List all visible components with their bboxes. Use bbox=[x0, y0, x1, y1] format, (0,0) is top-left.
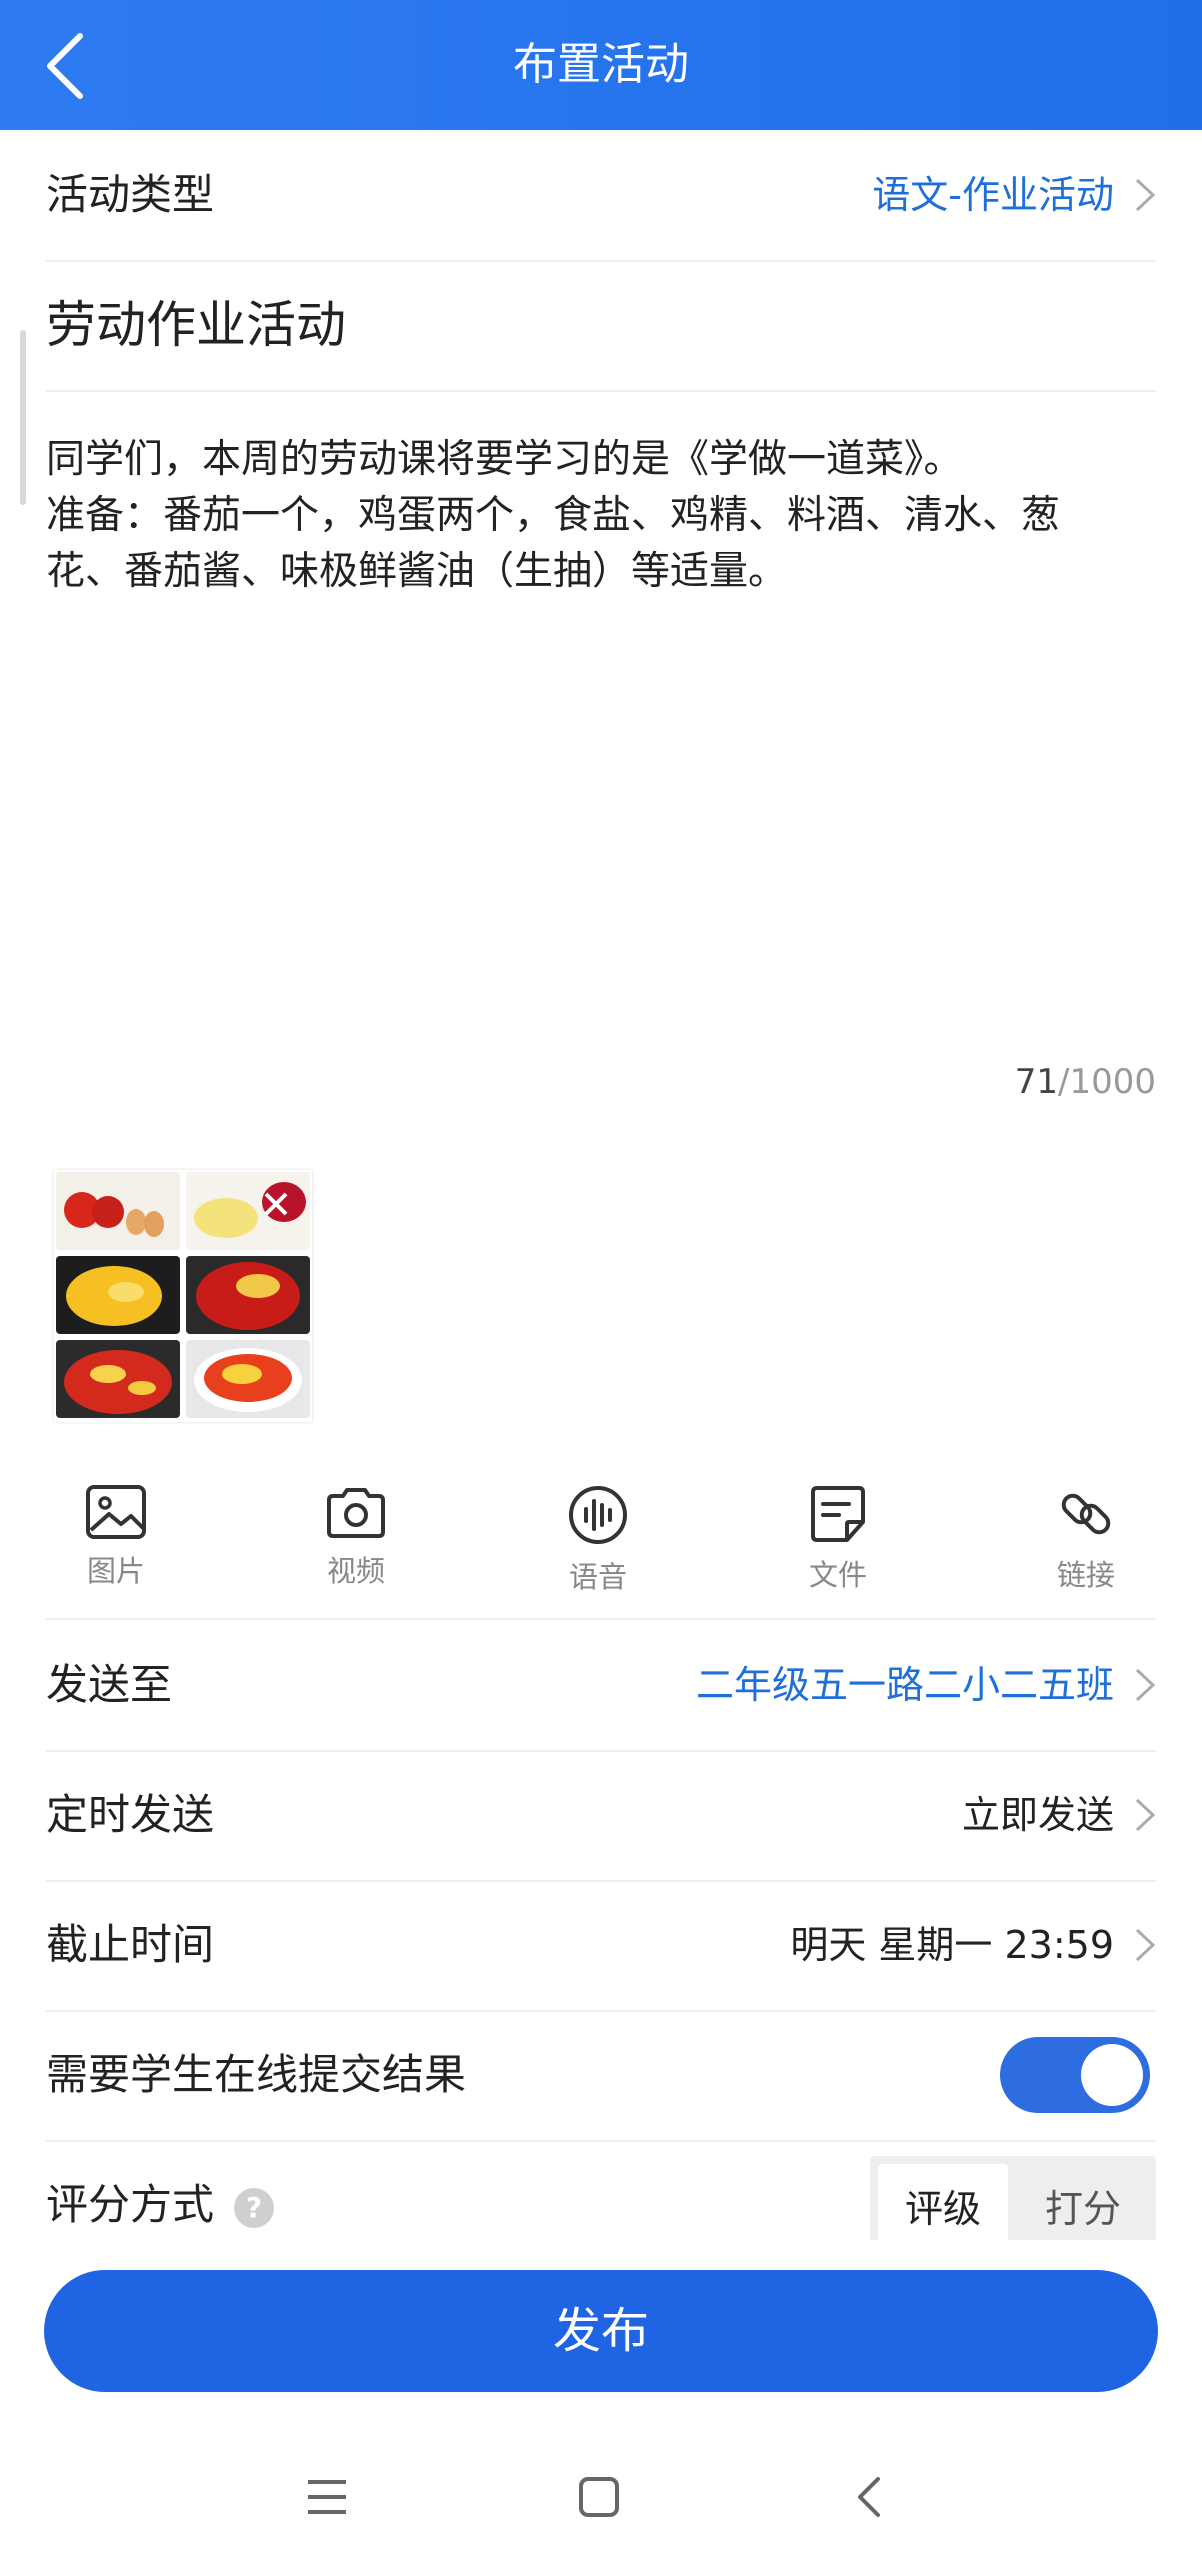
char-counter: 71/1000 bbox=[1015, 1062, 1156, 1102]
grading-option-score[interactable]: 打分 bbox=[1018, 2164, 1148, 2240]
video-tool-label: 视频 bbox=[326, 1554, 385, 1588]
camera-icon bbox=[327, 1488, 385, 1538]
description-textarea[interactable]: 同学们，本周的劳动课将要学习的是《学做一道菜》。 准备：番茄一个，鸡蛋两个，食盐… bbox=[46, 432, 1156, 600]
file-icon bbox=[811, 1486, 865, 1542]
online-submit-toggle[interactable] bbox=[1000, 2037, 1150, 2113]
activity-title-input[interactable]: 劳动作业活动 bbox=[46, 260, 1156, 392]
audio-tool-label: 语音 bbox=[568, 1560, 627, 1594]
char-count-max: /1000 bbox=[1058, 1062, 1156, 1102]
send-to-row[interactable]: 发送至 二年级五一路二小二五班 bbox=[46, 1620, 1156, 1752]
menu-nav-button[interactable] bbox=[292, 2462, 362, 2532]
grading-label-wrap: 评分方式? bbox=[46, 2140, 275, 2240]
add-video-button[interactable]: 视频 bbox=[286, 1466, 426, 1606]
description-line: 同学们，本周的劳动课将要学习的是《学做一道菜》。 bbox=[46, 437, 963, 482]
add-audio-button[interactable]: 语音 bbox=[528, 1466, 668, 1606]
chevron-right-icon bbox=[1135, 178, 1156, 212]
close-icon bbox=[264, 1192, 288, 1216]
photo-tomato-pan bbox=[186, 1256, 310, 1334]
link-tool-label: 链接 bbox=[1056, 1558, 1115, 1592]
send-to-value: 二年级五一路二小二五班 bbox=[695, 1663, 1114, 1707]
schedule-value: 立即发送 bbox=[961, 1793, 1114, 1837]
page-title: 布置活动 bbox=[513, 39, 689, 90]
back-nav-button[interactable] bbox=[836, 2462, 906, 2532]
activity-type-label: 活动类型 bbox=[46, 170, 215, 219]
grading-segmented-control: 评级 打分 bbox=[870, 2156, 1156, 2240]
image-icon bbox=[86, 1485, 146, 1539]
photo-tomatoes-eggs bbox=[56, 1172, 180, 1250]
deadline-value: 明天 星期一 23:59 bbox=[790, 1923, 1114, 1967]
menu-icon bbox=[308, 2480, 346, 2514]
schedule-label: 定时发送 bbox=[46, 1790, 215, 1839]
online-submit-row: 需要学生在线提交结果 bbox=[46, 2010, 1156, 2142]
attached-image-thumbnail[interactable] bbox=[54, 1170, 312, 1422]
activity-type-value: 语文-作业活动 bbox=[872, 173, 1114, 217]
send-to-label: 发送至 bbox=[46, 1660, 173, 1709]
chevron-right-icon bbox=[1135, 1668, 1156, 1702]
schedule-row[interactable]: 定时发送 立即发送 bbox=[46, 1750, 1156, 1882]
remove-image-button[interactable] bbox=[246, 1174, 306, 1234]
chevron-right-icon bbox=[1135, 1798, 1156, 1832]
photo-finished-dish bbox=[186, 1340, 310, 1418]
photo-frying-egg bbox=[56, 1256, 180, 1334]
char-count-current: 71 bbox=[1014, 1062, 1059, 1102]
link-icon bbox=[1061, 1493, 1111, 1535]
add-link-button[interactable]: 链接 bbox=[1016, 1466, 1156, 1606]
header-bar: 布置活动 bbox=[0, 0, 1202, 130]
image-tool-label: 图片 bbox=[86, 1554, 145, 1588]
add-file-button[interactable]: 文件 bbox=[768, 1466, 908, 1606]
home-nav-button[interactable] bbox=[564, 2462, 634, 2532]
description-line: 准备：番茄一个，鸡蛋两个，食盐、鸡精、料酒、清水、葱 bbox=[46, 493, 1061, 538]
chevron-right-icon bbox=[1135, 1928, 1156, 1962]
grading-option-level[interactable]: 评级 bbox=[878, 2164, 1008, 2240]
grading-label: 评分方式 bbox=[46, 2180, 215, 2229]
home-square-icon bbox=[579, 2477, 619, 2517]
audio-icon bbox=[569, 1486, 627, 1544]
attachment-toolbar: 图片 视频 语音 文件 链接 bbox=[46, 1466, 1156, 1620]
grading-row: 评分方式? 评级 打分 bbox=[46, 2140, 1156, 2240]
publish-button[interactable]: 发布 bbox=[44, 2270, 1158, 2392]
deadline-row[interactable]: 截止时间 明天 星期一 23:59 bbox=[46, 1880, 1156, 2012]
help-icon[interactable]: ? bbox=[234, 2187, 275, 2228]
scroll-indicator bbox=[20, 330, 26, 505]
toggle-knob bbox=[1081, 2044, 1143, 2106]
activity-type-row[interactable]: 活动类型 语文-作业活动 bbox=[46, 130, 1156, 262]
description-line: 花、番茄酱、味极鲜酱油（生抽）等适量。 bbox=[46, 549, 788, 594]
chevron-left-icon bbox=[858, 2477, 880, 2517]
online-submit-label: 需要学生在线提交结果 bbox=[46, 2050, 467, 2099]
system-nav-bar bbox=[0, 2430, 1202, 2560]
deadline-label: 截止时间 bbox=[46, 1920, 215, 1969]
photo-mixing bbox=[56, 1340, 180, 1418]
add-image-button[interactable]: 图片 bbox=[46, 1466, 186, 1606]
file-tool-label: 文件 bbox=[808, 1558, 867, 1592]
